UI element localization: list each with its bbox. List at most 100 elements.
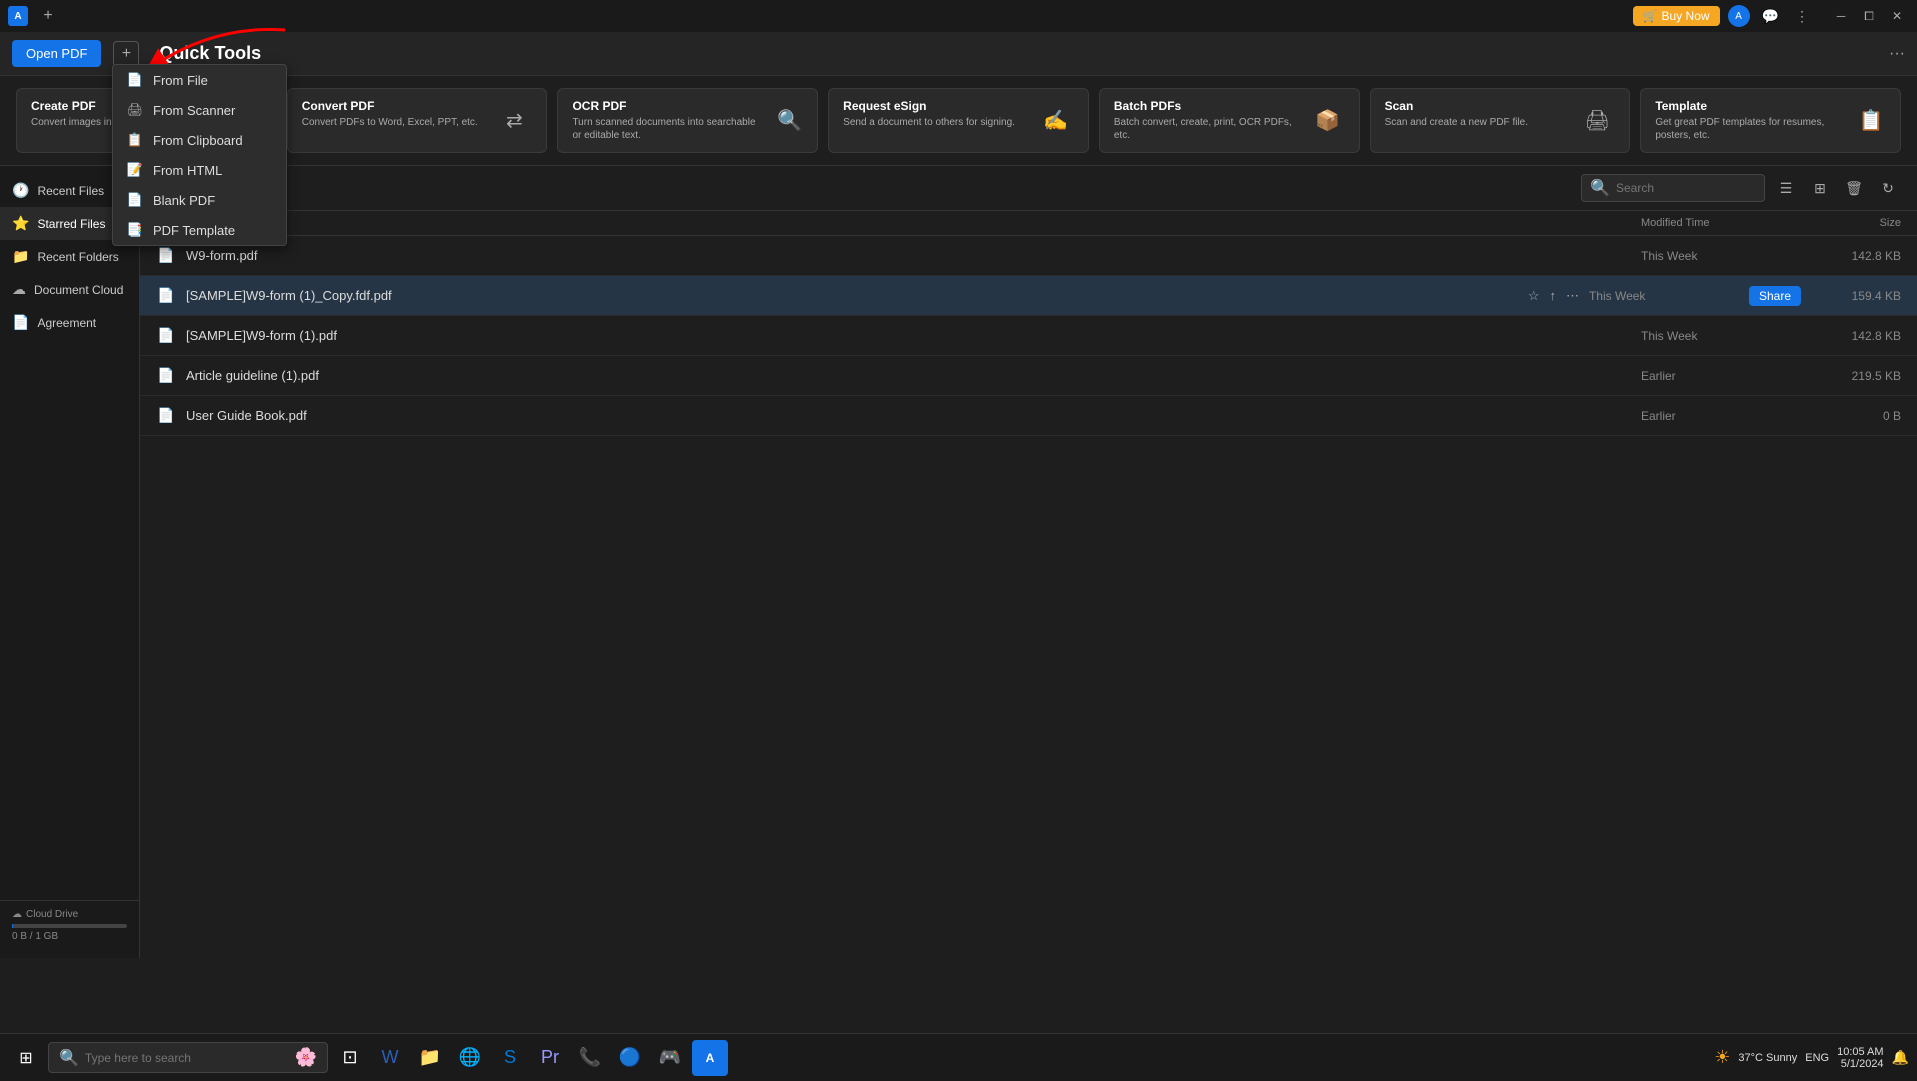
qt-card-title-esign: Request eSign [843, 99, 1015, 113]
sidebar-item-agreement[interactable]: 📄 Agreement [0, 306, 139, 339]
list-view-button[interactable]: ☰ [1773, 175, 1799, 201]
taskbar-right: ☀ 37°C Sunny ENG 10:05 AM 5/1/2024 🔔 [1714, 1046, 1909, 1070]
menu-item-from-clipboard[interactable]: 📋 From Clipboard [113, 125, 286, 155]
taskbar-app-phone[interactable]: 📞 [572, 1040, 608, 1076]
grid-view-button[interactable]: ⊞ [1807, 175, 1833, 201]
qt-card-template[interactable]: Template Get great PDF templates for res… [1640, 88, 1901, 153]
file-size: 219.5 KB [1801, 369, 1901, 383]
quick-tools-area: Create PDF Convert images in a ✏ Convert… [0, 76, 1917, 166]
starred-files-icon: ⭐ [12, 215, 29, 232]
html-icon: 📝 [127, 162, 143, 178]
menu-item-from-html[interactable]: 📝 From HTML [113, 155, 286, 185]
restore-button[interactable]: ⧠ [1857, 4, 1881, 28]
qt-card-desc-convert: Convert PDFs to Word, Excel, PPT, etc. [302, 116, 478, 129]
table-row[interactable]: 📄 [SAMPLE]W9-form (1)_Copy.fdf.pdf ☆ ↑ ⋯… [140, 276, 1917, 316]
taskbar-notification-icon[interactable]: 🔔 [1892, 1049, 1909, 1066]
taskbar: ⊞ 🔍 🌸 ⊡ W 📁 🌐 S Pr 📞 🔵 🎮 A ☀ 37°C Sunny … [0, 1033, 1917, 1081]
col-size-header: Size [1801, 217, 1901, 229]
file-modified: This Week [1641, 329, 1801, 343]
scanner-icon: 🖨 [127, 102, 143, 118]
table-row[interactable]: 📄 W9-form.pdf This Week 142.8 KB [140, 236, 1917, 276]
file-list-toolbar: 🔍 ☰ ⊞ 🗑 ↻ [1581, 174, 1901, 202]
sidebar-item-document-cloud[interactable]: ☁ Document Cloud [0, 273, 139, 306]
more-button[interactable]: ⋯ [1564, 286, 1581, 306]
menu-item-from-scanner[interactable]: 🖨 From Scanner [113, 95, 286, 125]
qt-card-icon-convert: ⇄ [496, 103, 532, 139]
taskbar-app-acrobat[interactable]: A [692, 1040, 728, 1076]
qt-card-title-ocr: OCR PDF [572, 99, 764, 113]
file-modified: This Week [1641, 249, 1801, 263]
window-controls: ─ ⧠ ✕ [1829, 4, 1909, 28]
qt-card-desc-esign: Send a document to others for signing. [843, 116, 1015, 129]
pdf-icon: 📄 [156, 326, 176, 346]
sidebar-storage: ☁ Cloud Drive 0 B / 1 GB [0, 900, 139, 950]
table-row[interactable]: 📄 Article guideline (1).pdf Earlier 219.… [140, 356, 1917, 396]
start-button[interactable]: ⊞ [8, 1040, 44, 1076]
taskbar-app-task-view[interactable]: ⊡ [332, 1040, 368, 1076]
taskbar-search-box: 🔍 🌸 [48, 1042, 328, 1073]
star-button[interactable]: ☆ [1526, 286, 1542, 306]
refresh-button[interactable]: ↻ [1875, 175, 1901, 201]
qt-card-esign[interactable]: Request eSign Send a document to others … [828, 88, 1089, 153]
open-pdf-button[interactable]: Open PDF [12, 40, 101, 67]
taskbar-search-decoration: 🌸 [295, 1047, 317, 1068]
upload-button[interactable]: ↑ [1547, 286, 1558, 305]
pdf-icon: 📄 [156, 286, 176, 306]
qt-card-scan[interactable]: Scan Scan and create a new PDF file. 🖨 [1370, 88, 1631, 153]
table-row[interactable]: 📄 [SAMPLE]W9-form (1).pdf This Week 142.… [140, 316, 1917, 356]
app-logo: A [8, 6, 28, 26]
taskbar-search-input[interactable] [85, 1051, 289, 1065]
taskbar-weather-icon: ☀ [1714, 1047, 1730, 1068]
toolbar: Open PDF + Quick Tools ··· [0, 32, 1917, 76]
qt-card-convert-pdf[interactable]: Convert PDF Convert PDFs to Word, Excel,… [287, 88, 548, 153]
file-list-area: Starred Files 🔍 ☰ ⊞ 🗑 ↻ Name Modified Ti… [140, 166, 1917, 958]
table-row[interactable]: 📄 User Guide Book.pdf Earlier 0 B [140, 396, 1917, 436]
menu-item-from-file[interactable]: 📄 From File [113, 65, 286, 95]
buy-now-button[interactable]: 🛒 Buy Now [1633, 6, 1720, 26]
qt-card-desc-template: Get great PDF templates for resumes, pos… [1655, 116, 1844, 142]
blank-pdf-icon: 📄 [127, 192, 143, 208]
menu-item-blank-pdf[interactable]: 📄 Blank PDF [113, 185, 286, 215]
document-cloud-icon: ☁ [12, 281, 26, 298]
new-tab-button[interactable]: + [36, 4, 60, 28]
titlebar: A + 🛒 Buy Now A 💬 ⋮ ─ ⧠ ✕ [0, 0, 1917, 32]
qt-card-desc-scan: Scan and create a new PDF file. [1385, 116, 1528, 129]
taskbar-app-explorer[interactable]: 📁 [412, 1040, 448, 1076]
file-modified: Earlier [1641, 409, 1801, 423]
qt-card-title-create: Create PDF [31, 99, 120, 113]
file-list-header: Starred Files 🔍 ☰ ⊞ 🗑 ↻ [140, 166, 1917, 211]
new-item-button[interactable]: + [113, 41, 139, 67]
menu-item-pdf-template[interactable]: 📑 PDF Template [113, 215, 286, 245]
qt-card-desc-batch: Batch convert, create, print, OCR PDFs, … [1114, 116, 1299, 142]
qt-card-desc-create: Convert images in a [31, 116, 120, 129]
col-name-header: Name [156, 217, 1641, 229]
file-size: 159.4 KB [1801, 289, 1901, 303]
chat-icon[interactable]: 💬 [1758, 6, 1783, 27]
minimize-button[interactable]: ─ [1829, 4, 1853, 28]
pdf-icon: 📄 [156, 366, 176, 386]
col-modified-header: Modified Time [1641, 217, 1801, 229]
taskbar-app-skype[interactable]: S [492, 1040, 528, 1076]
file-table: Name Modified Time Size 📄 W9-form.pdf Th… [140, 211, 1917, 436]
taskbar-app-chrome[interactable]: 🌐 [452, 1040, 488, 1076]
file-name: W9-form.pdf [186, 248, 1641, 263]
toolbar-more-button[interactable]: ··· [1889, 45, 1905, 63]
taskbar-app-premiere[interactable]: Pr [532, 1040, 568, 1076]
taskbar-app-teams[interactable]: 🔵 [612, 1040, 648, 1076]
avatar[interactable]: A [1728, 5, 1750, 27]
more-options-icon[interactable]: ⋮ [1791, 6, 1813, 27]
qt-card-batch-pdfs[interactable]: Batch PDFs Batch convert, create, print,… [1099, 88, 1360, 153]
file-name: User Guide Book.pdf [186, 408, 1641, 423]
pdf-icon: 📄 [156, 246, 176, 266]
share-button[interactable]: Share [1749, 286, 1801, 306]
close-button[interactable]: ✕ [1885, 4, 1909, 28]
taskbar-app-word[interactable]: W [372, 1040, 408, 1076]
qt-card-ocr-pdf[interactable]: OCR PDF Turn scanned documents into sear… [557, 88, 818, 153]
file-size: 0 B [1801, 409, 1901, 423]
delete-button[interactable]: 🗑 [1841, 175, 1867, 201]
search-input[interactable] [1616, 181, 1756, 195]
taskbar-app-game[interactable]: 🎮 [652, 1040, 688, 1076]
file-icon: 📄 [127, 72, 143, 88]
storage-bar-fill [12, 924, 13, 928]
search-box: 🔍 [1581, 174, 1765, 202]
